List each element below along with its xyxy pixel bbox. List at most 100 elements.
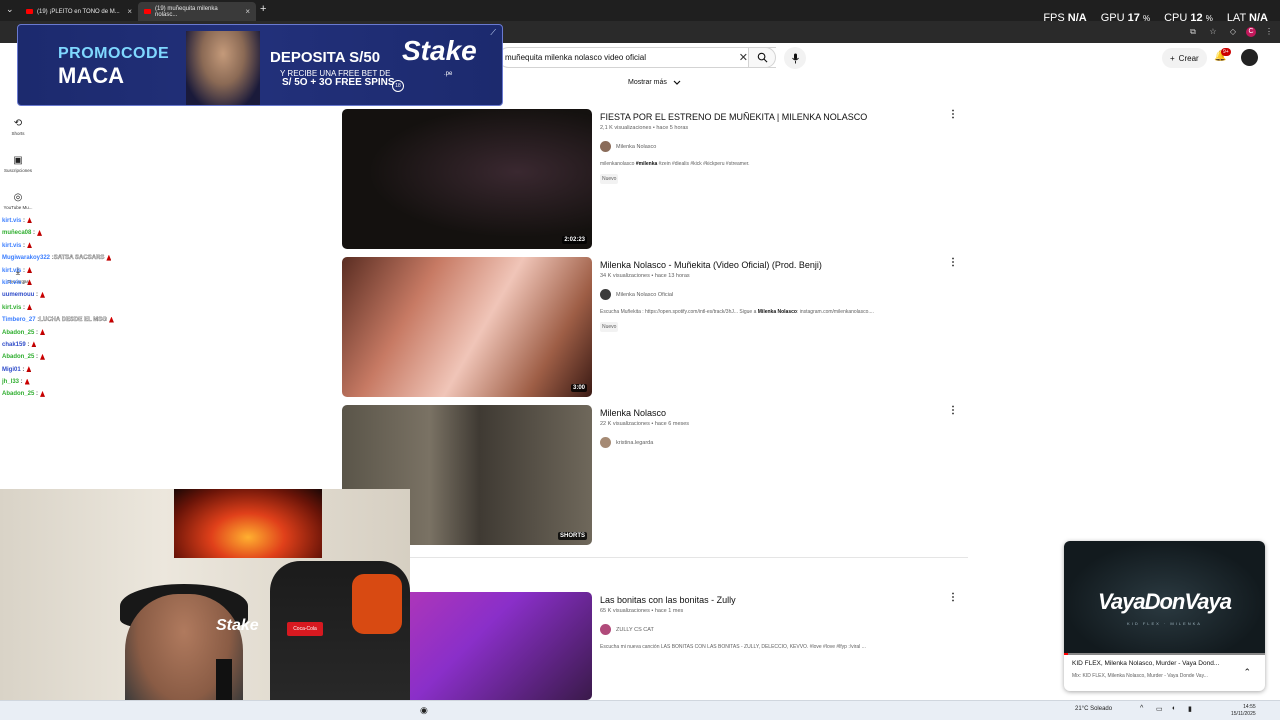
ad-promo-code: MACA (58, 63, 124, 88)
sidebar-item-label: Suscripciones (3, 168, 32, 173)
chat-emote-icon (37, 229, 43, 236)
browser-tab-2[interactable]: (19) muñequita milenka nolasc... × (138, 2, 256, 21)
create-button[interactable]: + Crear (1162, 48, 1207, 68)
new-tab-button[interactable]: + (260, 3, 266, 15)
channel-avatar (600, 624, 611, 635)
chat-emote-icon (31, 341, 37, 348)
search-icon (757, 52, 767, 63)
browser-tab-1[interactable]: (19) ¡PLEITO en TONO de M... × (20, 2, 138, 21)
search-input[interactable]: muñequita milenka nolasco video oficial … (498, 47, 776, 68)
volume-icon[interactable]: ◐ (1172, 705, 1176, 712)
notification-badge: 9+ (1221, 48, 1231, 56)
wifi-icon[interactable]: ▭ (1156, 705, 1163, 713)
cpu-stat: CPU 12 % (1164, 11, 1213, 24)
miniplayer-video-title-art: VayaDonVaya (1098, 589, 1232, 614)
video-result[interactable]: 3:00 Milenka Nolasco - Muñekita (Video O… (342, 257, 972, 398)
video-thumbnail[interactable]: 2:02:23 (342, 109, 592, 249)
video-duration: 2:02:23 (562, 236, 587, 244)
sidebar-item-subscriptions[interactable]: ▣ Suscripciones (0, 155, 36, 173)
shorts-badge: SHORTS (557, 532, 587, 540)
chat-message: chak159 : (2, 339, 152, 351)
tab-close-icon[interactable]: × (127, 7, 132, 16)
video-result[interactable]: 2:02:23 FIESTA POR EL ESTRENO DE MUÑEKIT… (342, 109, 972, 250)
channel-row[interactable]: ZULLY CS CAT (600, 624, 960, 635)
chat-username: muñeca08 (2, 230, 32, 237)
miniplayer-title[interactable]: KID FLEX, Milenka Nolasco, Murder - Vaya… (1072, 660, 1242, 667)
chat-username: uumemouu (2, 292, 35, 299)
chat-message: kirt.vis : (2, 302, 152, 314)
chat-emote-icon (27, 217, 33, 224)
chat-username: kirt.vis (2, 304, 22, 311)
chat-emote-icon (27, 304, 33, 311)
chat-message: kirt.vis : (2, 265, 152, 277)
tab-1-label: (19) ¡PLEITO en TONO de M... (37, 8, 120, 15)
ad-freebet-line2: S/ 5O + 3O FREE SPINS (282, 77, 395, 88)
sidebar-item-shorts[interactable]: ⟲ Shorts (0, 118, 36, 136)
chat-message: kirt.vis : (2, 277, 152, 289)
tab-list-chevron-icon[interactable]: ⌄ (6, 4, 14, 15)
more-actions-icon[interactable]: ⋮ (948, 257, 958, 268)
video-result[interactable]: SHORTS Milenka Nolasco 22 K visualizacio… (342, 405, 972, 546)
chat-emote-icon (27, 266, 33, 273)
expand-chevron-up-icon[interactable]: ⌃ (1243, 667, 1251, 678)
chat-message-text: SATSA SACSARS (53, 255, 105, 262)
tab-2-label: (19) muñequita milenka nolasc... (155, 5, 218, 18)
streamer-webcam: Stake Coca-Cola (0, 489, 410, 720)
chat-username: Abadon_25 (2, 391, 35, 398)
video-result[interactable]: Las bonitas con las bonitas - Zully 65 K… (342, 592, 972, 700)
youtube-favicon-icon (26, 9, 33, 14)
battery-icon[interactable]: ▮ (1188, 705, 1192, 713)
miniplayer-progress-bar[interactable] (1064, 653, 1265, 655)
channel-row[interactable]: kristina.legarda (600, 437, 960, 448)
chat-emote-icon (40, 328, 46, 335)
miniplayer-progress-fill (1064, 653, 1069, 655)
taskbar-clock[interactable]: 14:55 15/11/2025 (1231, 704, 1256, 717)
stake-ad-banner[interactable]: PROMOCODE MACA DEPOSITA S/50 Y RECIBE UN… (17, 24, 503, 106)
show-more-button[interactable]: Mostrar más (628, 79, 681, 86)
search-button[interactable] (748, 47, 776, 68)
video-title[interactable]: Milenka Nolasco (600, 408, 960, 418)
video-description: Escucha Muñekita : https://open.spotify.… (600, 309, 874, 315)
user-avatar[interactable] (1241, 49, 1258, 66)
miniplayer-video[interactable]: VayaDonVaya KID FLEX · MILENKA (1064, 541, 1265, 654)
more-actions-icon[interactable]: ⋮ (948, 405, 958, 416)
video-title[interactable]: FIESTA POR EL ESTRENO DE MUÑEKITA | MILE… (600, 112, 960, 122)
latency-stat: LAT N/A (1226, 11, 1268, 24)
stake-domain: .pe (444, 71, 453, 77)
channel-avatar (600, 437, 611, 448)
create-label: Crear (1178, 53, 1199, 63)
youtube-music-icon: ◎ (13, 192, 23, 203)
video-title[interactable]: Milenka Nolasco - Muñekita (Video Oficia… (600, 260, 960, 270)
taskbar-app-icon[interactable]: ◉ (420, 705, 428, 716)
miniplayer[interactable]: VayaDonVaya KID FLEX · MILENKA KID FLEX,… (1064, 541, 1265, 691)
weather-widget[interactable]: 21°C Soleado (1075, 706, 1112, 712)
more-actions-icon[interactable]: ⋮ (948, 592, 958, 603)
video-thumbnail[interactable]: 3:00 (342, 257, 592, 397)
channel-name: ZULLY CS CAT (616, 626, 654, 633)
chat-emote-icon (27, 242, 33, 249)
chat-message: Migi01 : (2, 364, 152, 376)
video-title[interactable]: Las bonitas con las bonitas - Zully (600, 595, 960, 605)
chat-username: kirt.vis (2, 279, 22, 286)
chat-message: muñeca08 : (2, 227, 152, 239)
channel-row[interactable]: Milenka Nolasco (600, 141, 960, 152)
channel-row[interactable]: Milenka Nolasco Oficial (600, 289, 960, 300)
video-duration: 3:00 (570, 384, 587, 392)
chat-username: Abadon_25 (2, 354, 35, 361)
tray-chevron-up-icon[interactable]: ^ (1140, 705, 1143, 712)
age-restriction-badge: 18 (392, 80, 404, 92)
youtube-favicon-icon (144, 9, 151, 14)
gaming-chair-accent (352, 574, 402, 634)
ad-deposit-text: DEPOSITA S/50 (270, 49, 381, 66)
more-actions-icon[interactable]: ⋮ (948, 109, 958, 120)
miniplayer-description: Mix: KID FLEX, Milenka Nolasco, Murder -… (1072, 673, 1208, 679)
chat-emote-icon (106, 254, 112, 261)
chat-emote-icon (24, 378, 30, 385)
channel-name: kristina.legarda (616, 439, 654, 446)
tab-close-icon[interactable]: × (245, 7, 250, 16)
chat-username: kirt.vis (2, 218, 22, 224)
wall-poster (174, 489, 322, 558)
sidebar-item-youtube-music[interactable]: ◎ YouTube Mu... (0, 192, 36, 210)
voice-search-button[interactable] (784, 47, 806, 69)
clear-search-icon[interactable]: ✕ (739, 51, 748, 64)
